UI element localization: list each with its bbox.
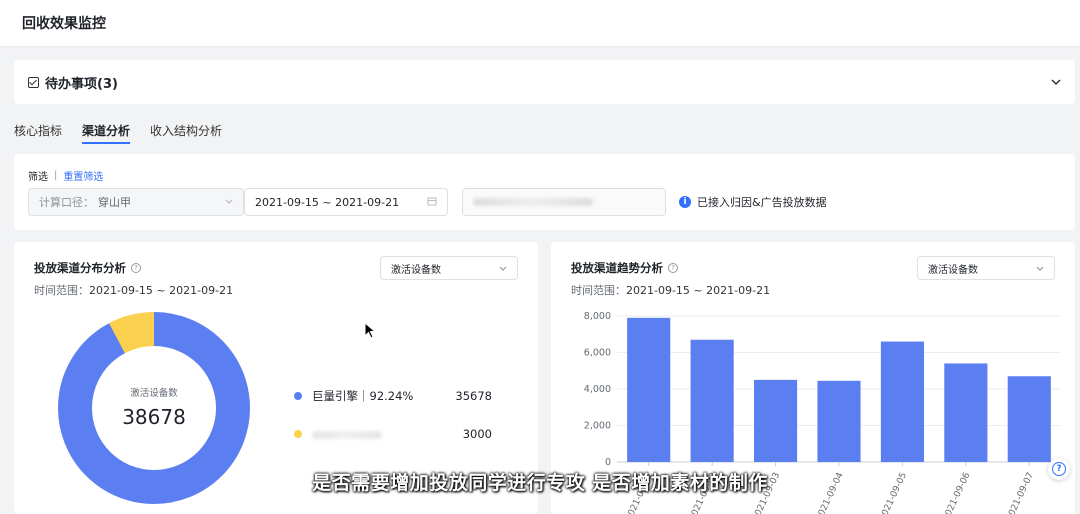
caliber-value: 穿山甲	[98, 196, 131, 209]
legend-dot	[294, 392, 302, 400]
date-range-value: 2021-09-15 ~ 2021-09-21	[255, 195, 400, 209]
y-tick-label: 4,000	[584, 384, 611, 395]
card-title-text: 投放渠道分布分析	[34, 261, 126, 275]
calendar-icon	[427, 196, 437, 209]
app-select[interactable]	[462, 188, 666, 216]
info-notice: i 已接入归因&广告投放数据	[679, 194, 827, 210]
redacted-app-name	[473, 198, 593, 206]
page-title: 回收效果监控	[22, 16, 106, 32]
todo-label: 待办事项(3)	[45, 76, 118, 92]
caliber-label: 计算口径：	[39, 196, 94, 209]
bar[interactable]	[690, 339, 734, 462]
y-tick-label: 8,000	[584, 311, 611, 322]
reset-filter-link[interactable]: 重置筛选	[63, 168, 103, 183]
top-bar: 回收效果监控	[0, 0, 1080, 46]
y-tick-label: 6,000	[584, 348, 611, 359]
legend-value: 3000	[462, 427, 492, 441]
time-range-label: 时间范围：	[34, 284, 89, 297]
bar[interactable]	[817, 380, 861, 462]
bar[interactable]	[944, 363, 988, 462]
chevron-down-icon	[499, 263, 507, 274]
legend-name-redacted	[312, 427, 432, 441]
bar[interactable]	[754, 379, 798, 462]
info-text: 已接入归因&广告投放数据	[697, 196, 827, 209]
time-range: 时间范围：2021-09-15 ~ 2021-09-21	[34, 282, 233, 298]
legend-value: 35678	[455, 389, 492, 403]
mouse-cursor-icon	[364, 322, 376, 339]
legend-item[interactable]: 3000	[294, 424, 492, 444]
date-range-picker[interactable]: 2021-09-15 ~ 2021-09-21	[244, 188, 448, 216]
filter-panel: 筛选 | 重置筛选 计算口径： 穿山甲 2021-09-15 ~ 2021-09…	[14, 154, 1075, 230]
bar[interactable]	[880, 341, 924, 462]
chevron-down-icon	[225, 197, 233, 207]
checkbox-icon	[28, 76, 39, 88]
y-tick-label: 0	[605, 457, 611, 468]
metric-select[interactable]: 激活设备数	[380, 256, 518, 280]
donut-legend: 巨量引擎｜92.24% 35678 3000	[294, 386, 492, 462]
legend-name: 巨量引擎｜92.24%	[312, 389, 414, 403]
y-tick-label: 2,000	[584, 421, 611, 432]
info-icon: i	[679, 196, 691, 208]
tab-channel-analysis[interactable]: 渠道分析	[82, 120, 131, 144]
tab-core-metrics[interactable]: 核心指标	[14, 120, 62, 144]
caliber-select[interactable]: 计算口径： 穿山甲	[28, 188, 244, 216]
card-title: 投放渠道分布分析 ?	[34, 260, 141, 276]
todo-panel[interactable]: 待办事项(3)	[14, 60, 1075, 104]
filter-separator: |	[54, 170, 58, 181]
time-range-value: 2021-09-15 ~ 2021-09-21	[89, 284, 234, 297]
legend-dot	[294, 430, 302, 438]
tab-revenue-structure[interactable]: 收入结构分析	[150, 120, 222, 144]
chevron-down-icon[interactable]	[1051, 77, 1061, 87]
legend-item[interactable]: 巨量引擎｜92.24% 35678	[294, 386, 492, 406]
help-icon[interactable]: ?	[131, 263, 141, 273]
bar[interactable]	[1007, 376, 1051, 462]
tab-bar: 核心指标 渠道分析 收入结构分析	[14, 120, 222, 146]
video-subtitle: 是否需要增加投放同学进行专攻 是否增加素材的制作	[312, 472, 768, 494]
filter-header: 筛选 | 重置筛选	[28, 168, 103, 183]
donut-center-label: 激活设备数	[130, 387, 178, 399]
filter-label: 筛选	[28, 172, 48, 183]
donut-center-value: 38678	[122, 405, 186, 429]
bar[interactable]	[627, 317, 671, 462]
metric-select-value: 激活设备数	[391, 264, 441, 276]
